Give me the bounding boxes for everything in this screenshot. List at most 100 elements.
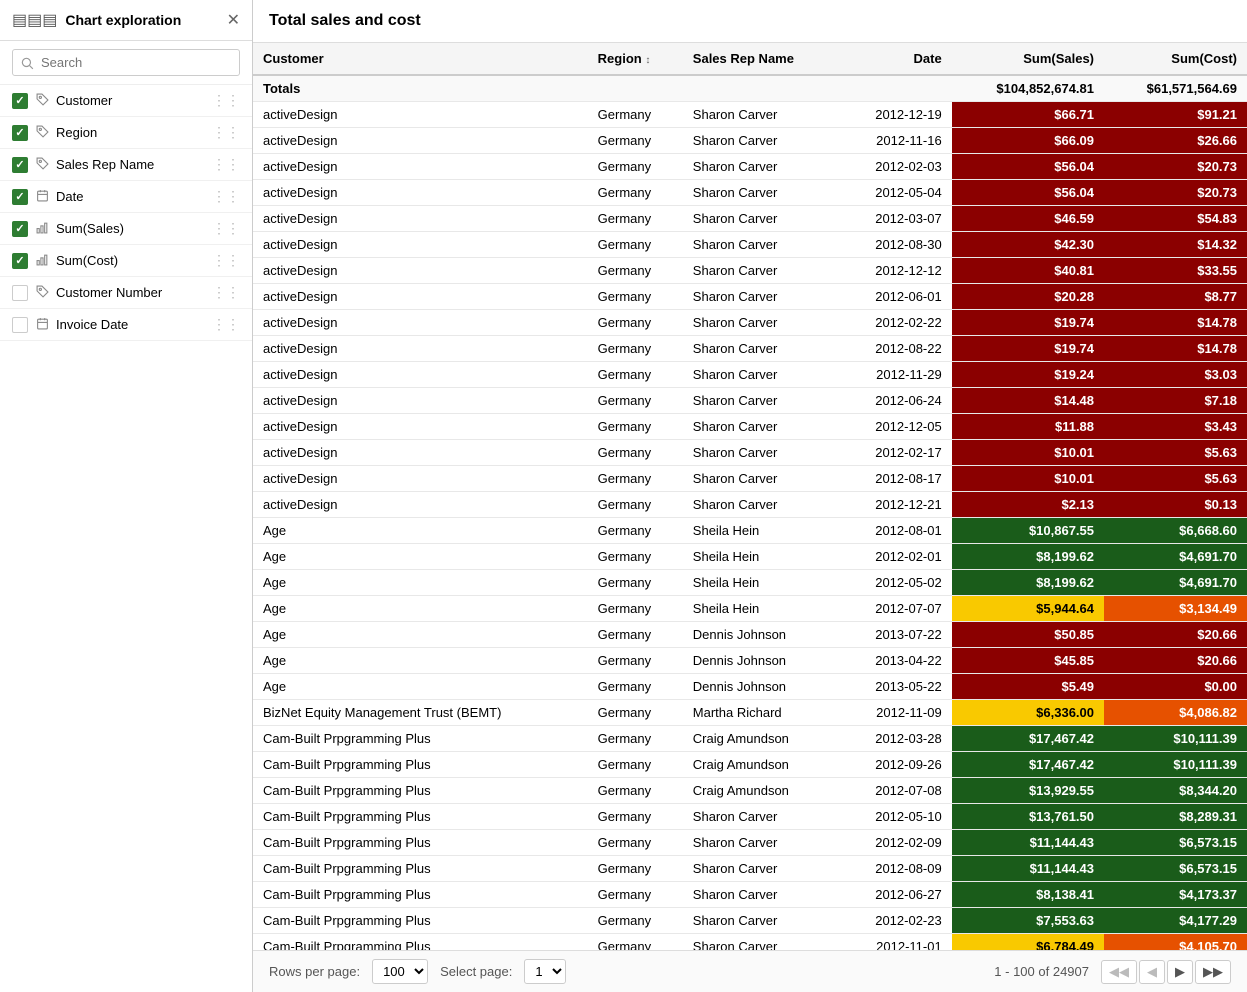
cell-cost: $14.78 [1104, 336, 1247, 362]
cell-rep: Sharon Carver [683, 258, 840, 284]
cell-region: Germany [588, 492, 683, 518]
cell-customer: activeDesign [253, 154, 588, 180]
table-row: Cam-Built Prpgramming Plus Germany Sharo… [253, 908, 1247, 934]
cell-sales: $5.49 [952, 674, 1104, 700]
col-sum-cost[interactable]: Sum(Cost) [1104, 43, 1247, 75]
cell-sales: $11,144.43 [952, 856, 1104, 882]
field-checkbox[interactable] [12, 317, 28, 333]
cell-region: Germany [588, 388, 683, 414]
drag-handle-icon[interactable]: ⋮⋮ [212, 156, 240, 173]
col-customer[interactable]: Customer [253, 43, 588, 75]
table-row: activeDesign Germany Sharon Carver 2012-… [253, 102, 1247, 128]
cell-rep: Sharon Carver [683, 128, 840, 154]
drag-handle-icon[interactable]: ⋮⋮ [212, 316, 240, 333]
table-row: activeDesign Germany Sharon Carver 2012-… [253, 336, 1247, 362]
cell-customer: Age [253, 648, 588, 674]
field-item-customer[interactable]: Customer⋮⋮ [0, 85, 252, 117]
field-checkbox[interactable] [12, 253, 28, 269]
sidebar: ▤▤▤ Chart exploration ✕ Customer⋮⋮Region… [0, 0, 253, 992]
field-checkbox[interactable] [12, 221, 28, 237]
cell-rep: Sharon Carver [683, 934, 840, 951]
drag-handle-icon[interactable]: ⋮⋮ [212, 124, 240, 141]
field-item-region[interactable]: Region ⋮⋮ [0, 117, 252, 149]
cell-date: 2012-11-16 [840, 128, 952, 154]
table-row: Age Germany Dennis Johnson 2013-05-22 $5… [253, 674, 1247, 700]
cell-cost: $8,344.20 [1104, 778, 1247, 804]
cell-sales: $10,867.55 [952, 518, 1104, 544]
field-label: Region [56, 125, 206, 140]
first-page-button[interactable]: ◀◀ [1101, 960, 1137, 984]
field-checkbox[interactable] [12, 93, 28, 109]
table-row: activeDesign Germany Sharon Carver 2012-… [253, 284, 1247, 310]
cell-cost: $6,573.15 [1104, 830, 1247, 856]
page-select[interactable]: 1 [524, 959, 566, 984]
table-container[interactable]: Customer Region ↕ Sales Rep Name Date Su… [253, 43, 1247, 950]
field-checkbox[interactable] [12, 189, 28, 205]
field-list: Customer⋮⋮Region⋮⋮Sales Rep Name⋮⋮Date⋮⋮… [0, 85, 252, 992]
cell-region: Germany [588, 674, 683, 700]
field-item-sumsales[interactable]: Sum(Sales)⋮⋮ [0, 213, 252, 245]
main-panel: Total sales and cost Customer Region ↕ S… [253, 0, 1247, 992]
field-item-customer-number[interactable]: Customer Number⋮⋮ [0, 277, 252, 309]
field-item-sales-rep-name[interactable]: Sales Rep Name⋮⋮ [0, 149, 252, 181]
field-checkbox[interactable] [12, 157, 28, 173]
cell-sales: $56.04 [952, 180, 1104, 206]
cell-customer: activeDesign [253, 206, 588, 232]
drag-handle-icon[interactable]: ⋮⋮ [212, 220, 240, 237]
col-date[interactable]: Date [840, 43, 952, 75]
field-checkbox[interactable] [12, 285, 28, 301]
data-table: Customer Region ↕ Sales Rep Name Date Su… [253, 43, 1247, 950]
table-row: activeDesign Germany Sharon Carver 2012-… [253, 310, 1247, 336]
cell-date: 2012-06-24 [840, 388, 952, 414]
col-sum-sales[interactable]: Sum(Sales) [952, 43, 1104, 75]
cell-date: 2012-08-30 [840, 232, 952, 258]
search-input[interactable] [12, 49, 240, 76]
col-region[interactable]: Region ↕ [588, 43, 683, 75]
cell-cost: $26.66 [1104, 128, 1247, 154]
field-checkbox[interactable] [12, 125, 28, 141]
last-page-button[interactable]: ▶▶ [1195, 960, 1231, 984]
cell-customer: activeDesign [253, 310, 588, 336]
cell-sales: $8,138.41 [952, 882, 1104, 908]
cell-customer: Cam-Built Prpgramming Plus [253, 830, 588, 856]
cell-rep: Sheila Hein [683, 544, 840, 570]
cell-region: Germany [588, 258, 683, 284]
drag-handle-icon[interactable]: ⋮⋮ [212, 92, 240, 109]
cell-rep: Sharon Carver [683, 466, 840, 492]
prev-page-button[interactable]: ◀ [1139, 960, 1165, 984]
cell-cost: $54.83 [1104, 206, 1247, 232]
cell-sales: $8,199.62 [952, 570, 1104, 596]
table-row: Age Germany Sheila Hein 2012-05-02 $8,19… [253, 570, 1247, 596]
close-icon[interactable]: ✕ [227, 10, 240, 30]
field-item-sumcost[interactable]: Sum(Cost)⋮⋮ [0, 245, 252, 277]
rows-per-page-select[interactable]: 100 50 25 [372, 959, 428, 984]
cell-date: 2012-03-07 [840, 206, 952, 232]
cell-date: 2012-02-03 [840, 154, 952, 180]
cell-customer: activeDesign [253, 466, 588, 492]
drag-handle-icon[interactable]: ⋮⋮ [212, 188, 240, 205]
cell-cost: $20.73 [1104, 180, 1247, 206]
cell-date: 2012-11-01 [840, 934, 952, 951]
next-page-button[interactable]: ▶ [1167, 960, 1193, 984]
cell-rep: Craig Amundson [683, 726, 840, 752]
cell-cost: $20.73 [1104, 154, 1247, 180]
field-item-date[interactable]: Date⋮⋮ [0, 181, 252, 213]
cell-date: 2012-11-09 [840, 700, 952, 726]
cell-cost: $5.63 [1104, 440, 1247, 466]
cell-region: Germany [588, 726, 683, 752]
cell-rep: Sharon Carver [683, 206, 840, 232]
drag-handle-icon[interactable]: ⋮⋮ [212, 252, 240, 269]
cell-customer: Cam-Built Prpgramming Plus [253, 934, 588, 951]
col-sales-rep[interactable]: Sales Rep Name [683, 43, 840, 75]
table-row: BizNet Equity Management Trust (BEMT) Ge… [253, 700, 1247, 726]
field-item-invoice-date[interactable]: Invoice Date⋮⋮ [0, 309, 252, 341]
cell-customer: Cam-Built Prpgramming Plus [253, 778, 588, 804]
cell-cost: $3.03 [1104, 362, 1247, 388]
cell-date: 2012-02-23 [840, 908, 952, 934]
cell-region: Germany [588, 596, 683, 622]
drag-handle-icon[interactable]: ⋮⋮ [212, 284, 240, 301]
cell-region: Germany [588, 180, 683, 206]
cell-region: Germany [588, 882, 683, 908]
cell-cost: $4,086.82 [1104, 700, 1247, 726]
cell-region: Germany [588, 310, 683, 336]
